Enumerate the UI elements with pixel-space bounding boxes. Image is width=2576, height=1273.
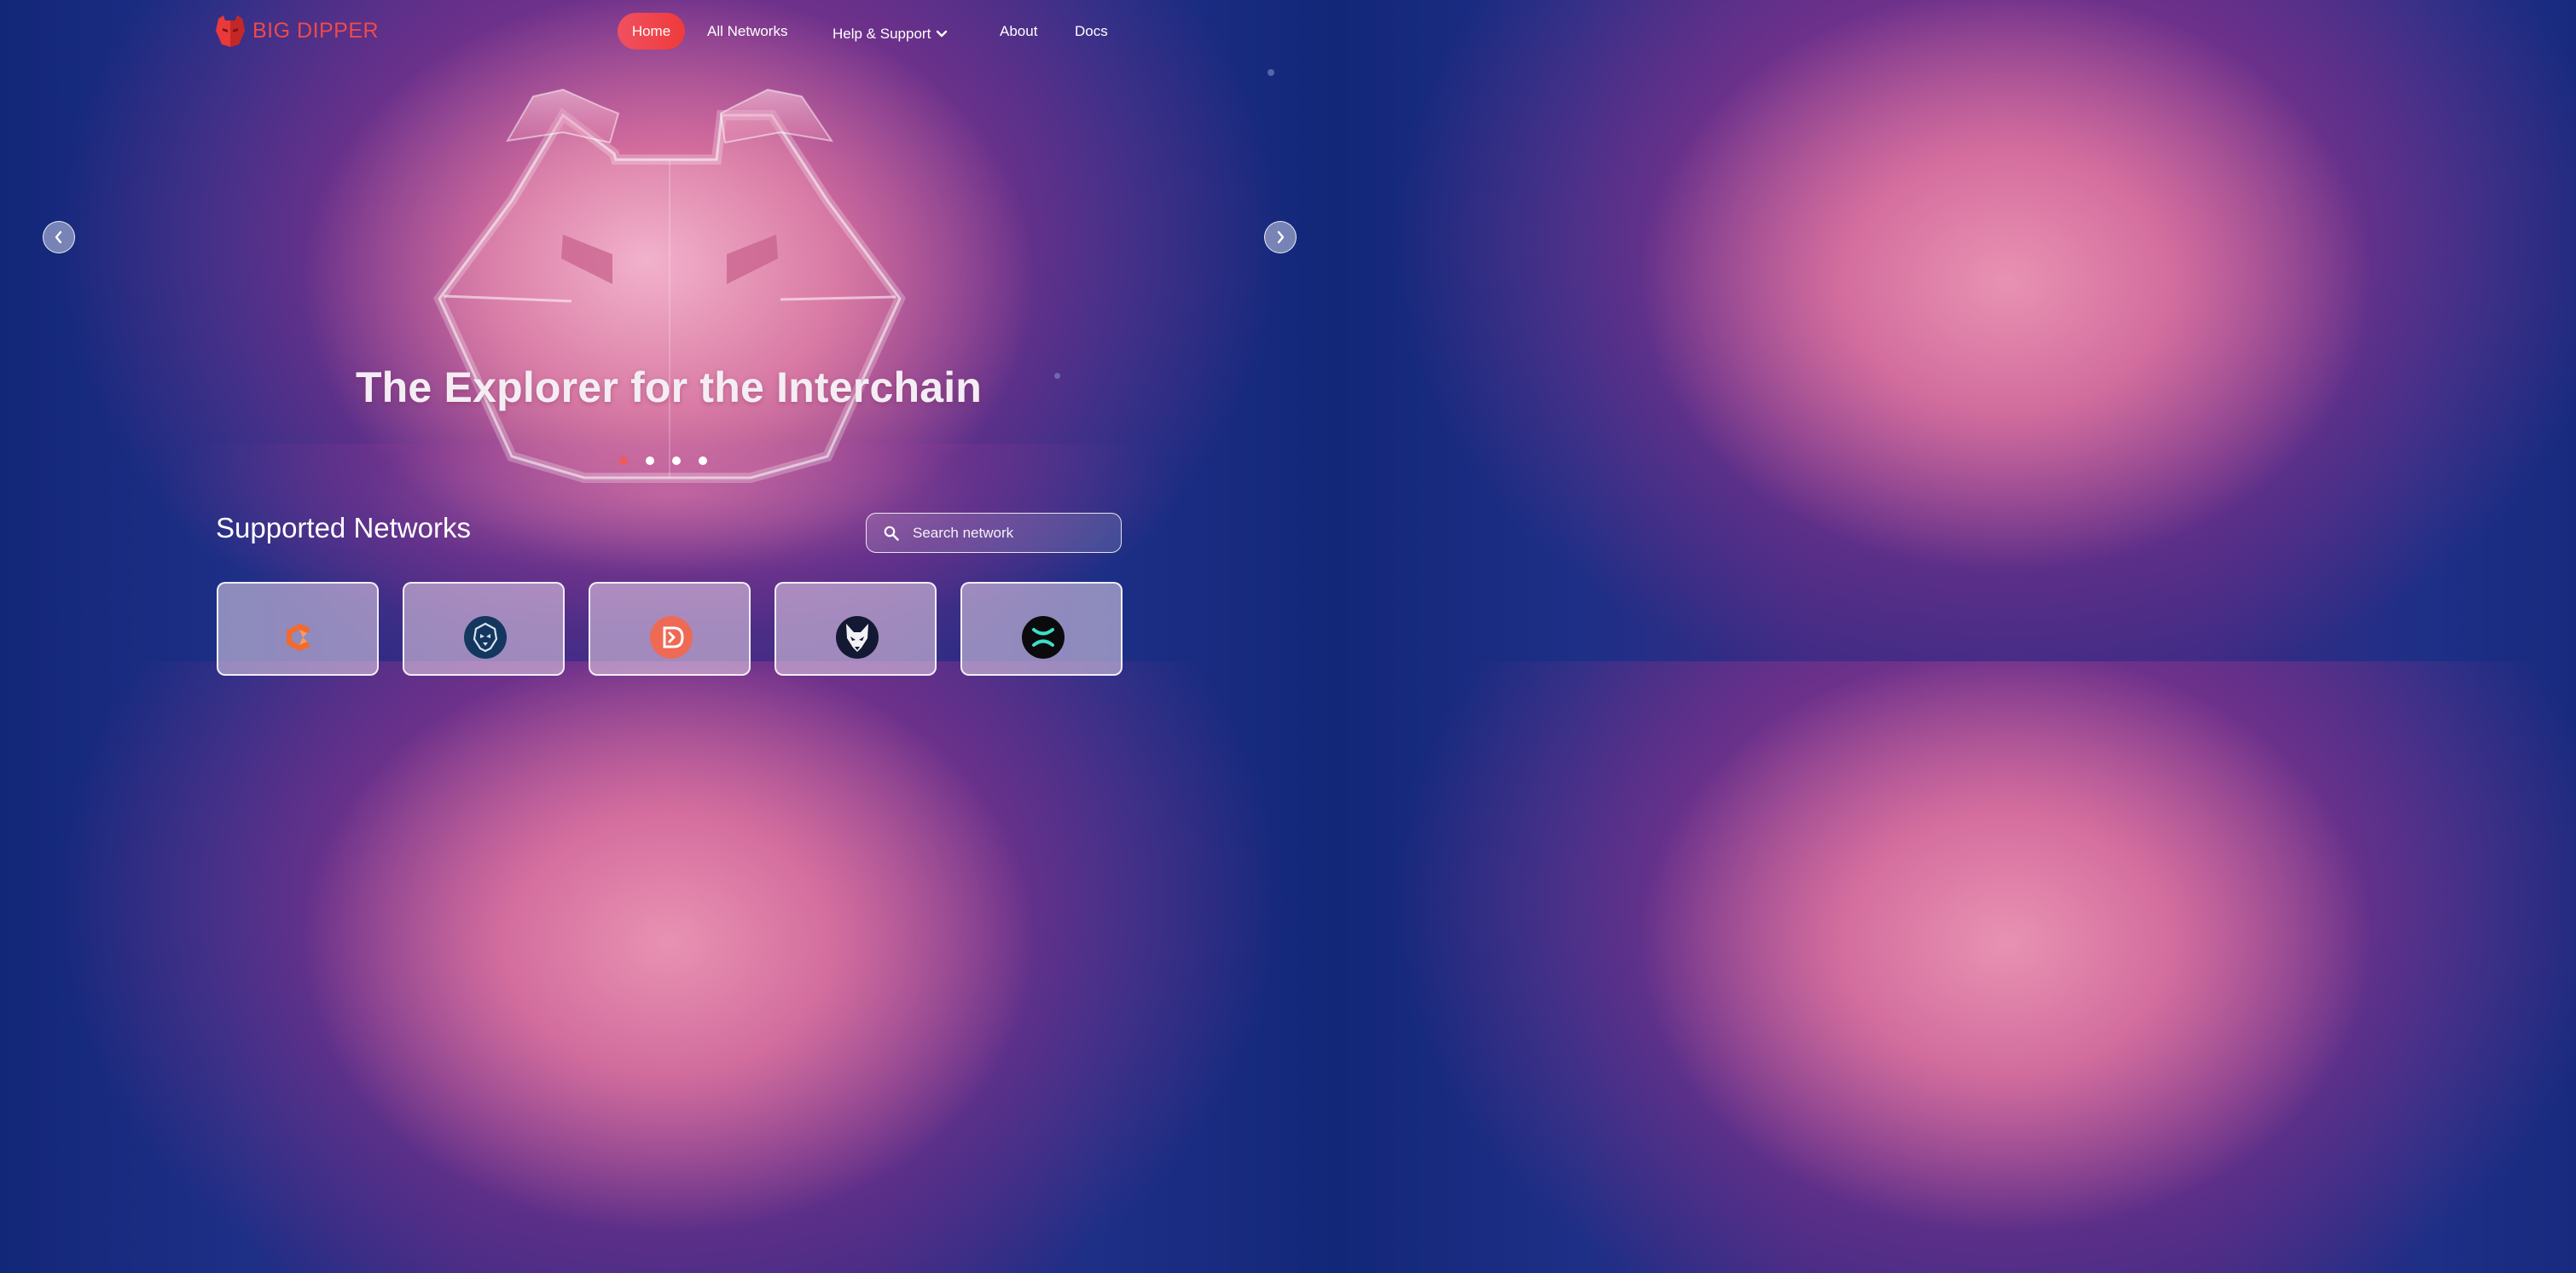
hero-bear-artwork	[433, 88, 906, 483]
nav-all-networks[interactable]: All Networks	[707, 13, 787, 49]
green-x-network-icon	[1022, 616, 1065, 659]
search-icon	[884, 526, 899, 541]
network-card[interactable]	[403, 582, 565, 676]
navbar: BIG DIPPER Home All Networks Help & Supp…	[0, 0, 1337, 65]
bear-logo-icon	[216, 15, 245, 47]
carousel-dots	[619, 456, 707, 465]
brand-logo[interactable]: BIG DIPPER	[215, 14, 379, 48]
nav-about[interactable]: About	[1000, 13, 1037, 49]
carousel-next-button[interactable]	[1264, 221, 1297, 253]
nav-help-support[interactable]: Help & Support	[833, 15, 948, 52]
nav-help-support-label: Help & Support	[833, 26, 931, 42]
hero-title: The Explorer for the Interchain	[355, 363, 983, 411]
nav-docs[interactable]: Docs	[1075, 13, 1108, 49]
carousel-dot-2[interactable]	[646, 456, 654, 465]
chevron-down-icon	[937, 30, 948, 37]
network-card[interactable]	[960, 582, 1123, 676]
nav-home[interactable]: Home	[618, 13, 685, 49]
fox-network-icon	[836, 616, 879, 659]
coral-d-network-icon	[650, 616, 693, 659]
carousel-dot-1[interactable]	[619, 456, 628, 465]
network-card[interactable]	[589, 582, 751, 676]
carousel-dot-4[interactable]	[699, 456, 707, 465]
carousel-prev-button[interactable]	[43, 221, 75, 253]
section-title: Supported Networks	[216, 512, 471, 543]
search-network-input[interactable]	[911, 523, 1102, 543]
brand-name: BIG DIPPER	[252, 18, 380, 43]
carousel-dot-3[interactable]	[672, 456, 681, 465]
orange-c-network-icon	[287, 624, 310, 651]
search-box	[866, 513, 1122, 553]
network-card[interactable]	[217, 582, 379, 676]
network-card[interactable]	[775, 582, 937, 676]
lion-network-icon	[464, 616, 507, 659]
chevron-left-icon	[55, 230, 62, 244]
chevron-right-icon	[1277, 230, 1285, 244]
decorative-dot	[1268, 69, 1274, 76]
